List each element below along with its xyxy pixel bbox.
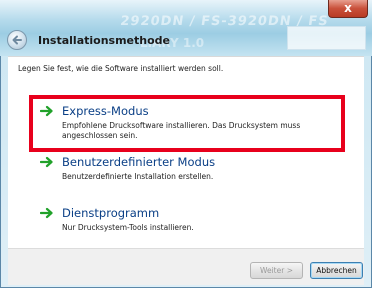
- highlight-box: [29, 95, 345, 152]
- option-description: Benutzerdefinierte Installation erstelle…: [62, 172, 214, 181]
- option-label[interactable]: Benutzerdefinierter Modus: [62, 155, 215, 169]
- back-button[interactable]: [7, 30, 27, 50]
- close-button[interactable]: x: [328, 0, 368, 18]
- back-arrow-icon: [12, 35, 22, 45]
- title-panel: [287, 26, 366, 50]
- cancel-button[interactable]: Abbrechen: [310, 262, 363, 279]
- close-icon: x: [344, 1, 352, 15]
- instruction-text: Legen Sie fest, wie die Software install…: [18, 64, 224, 73]
- option-label[interactable]: Dienstprogramm: [62, 206, 159, 220]
- next-button[interactable]: Weiter >: [250, 262, 303, 279]
- option-description: Nur Drucksystem-Tools installieren.: [62, 223, 194, 232]
- window-title: Installationsmethode: [38, 34, 170, 47]
- green-arrow-icon: [40, 207, 53, 219]
- green-arrow-icon: [40, 156, 53, 168]
